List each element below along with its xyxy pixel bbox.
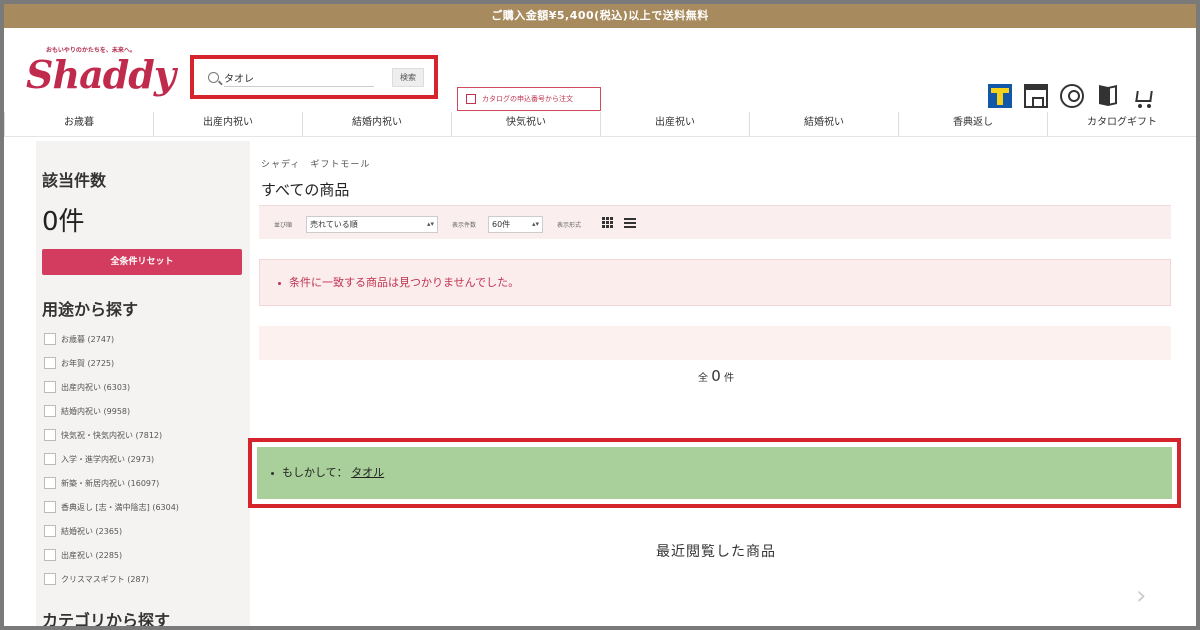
purpose-filter-item[interactable]: クリスマスギフト (287)	[44, 567, 179, 591]
recently-viewed-title: 最近閲覧した商品	[656, 544, 776, 560]
category-section-title: カテゴリから探す	[42, 611, 171, 626]
sort-order-select[interactable]: 売れている順 ▴▾	[306, 216, 438, 233]
per-page-label: 表示件数	[452, 222, 477, 229]
nav-item-kaiki-iwai[interactable]: 快気祝い	[451, 112, 600, 136]
pagination-band	[259, 326, 1171, 360]
nav-item-catalog-gift[interactable]: カタログギフト	[1047, 112, 1196, 136]
nav-item-shussan-iwai[interactable]: 出産祝い	[600, 112, 749, 136]
no-results-notice: 条件に一致する商品は見つかりませんでした。	[259, 259, 1171, 306]
sort-toolbar: 並び順 売れている順 ▴▾ 表示件数 60件 ▴▾ 表示形式	[259, 205, 1171, 239]
site-header: おもいやりのかたちを、未来へ。 Shaddy 検索 カタログの申込番号から注文	[4, 28, 1196, 112]
checkbox[interactable]	[44, 333, 56, 345]
checkbox[interactable]	[44, 429, 56, 441]
select-arrow-icon: ▴▾	[426, 220, 434, 228]
suggestion-highlight: もしかして： タオル	[248, 438, 1181, 508]
grid-view-icon[interactable]	[602, 217, 614, 229]
list-view-icon[interactable]	[624, 217, 636, 229]
chevron-right-icon[interactable]: ›	[1136, 581, 1146, 611]
cart-icon[interactable]	[1132, 84, 1156, 108]
search-input[interactable]	[224, 68, 374, 87]
purpose-section-title: 用途から探す	[42, 300, 139, 319]
checkbox[interactable]	[44, 549, 56, 561]
nav-item-kekkon-iwai[interactable]: 結婚祝い	[749, 112, 898, 136]
checkbox[interactable]	[44, 501, 56, 513]
catalog-book-icon	[466, 94, 476, 104]
search-button[interactable]: 検索	[392, 68, 424, 87]
reset-filters-button[interactable]: 全条件リセット	[42, 249, 242, 275]
checkbox[interactable]	[44, 357, 56, 369]
bullet	[278, 281, 281, 285]
search-box-highlight: 検索	[190, 55, 438, 99]
purpose-filter-item[interactable]: 香典返し [志・満中陰志] (6304)	[44, 495, 179, 519]
purpose-filter-item[interactable]: 出産内祝い (6303)	[44, 375, 179, 399]
search-icon	[208, 72, 219, 83]
did-you-mean-box: もしかして： タオル	[257, 447, 1172, 499]
t-point-icon[interactable]	[988, 84, 1012, 108]
purpose-filter-list: お歳暮 (2747) お年賀 (2725) 出産内祝い (6303) 結婚内祝い…	[44, 327, 179, 591]
purpose-filter-item[interactable]: 快気祝・快気内祝い (7812)	[44, 423, 179, 447]
site-logo[interactable]: Shaddy	[26, 52, 176, 97]
checkbox[interactable]	[44, 573, 56, 585]
bullet	[271, 471, 274, 475]
nav-item-oseibo[interactable]: お歳暮	[4, 112, 153, 136]
nav-item-shussan-uchiiwai[interactable]: 出産内祝い	[153, 112, 302, 136]
checkbox[interactable]	[44, 453, 56, 465]
checkbox[interactable]	[44, 381, 56, 393]
per-page-select[interactable]: 60件 ▴▾	[488, 216, 543, 233]
result-count-title: 該当件数	[42, 171, 107, 190]
book-icon[interactable]	[1096, 84, 1120, 108]
browser-frame: ご購入金額¥5,400(税込)以上で送料無料 おもいやりのかたちを、未来へ。 S…	[4, 4, 1196, 626]
checkbox[interactable]	[44, 477, 56, 489]
purpose-filter-item[interactable]: お年賀 (2725)	[44, 351, 179, 375]
sort-order-label: 並び順	[274, 222, 293, 229]
purpose-filter-item[interactable]: 入学・進学内祝い (2973)	[44, 447, 179, 471]
purpose-filter-item[interactable]: 出産祝い (2285)	[44, 543, 179, 567]
result-count: 0件	[42, 207, 85, 237]
suggestion-link[interactable]: タオル	[351, 466, 384, 479]
checkbox[interactable]	[44, 525, 56, 537]
account-icon[interactable]	[1060, 84, 1084, 108]
purpose-filter-item[interactable]: 結婚祝い (2365)	[44, 519, 179, 543]
purpose-filter-item[interactable]: 新築・新居内祝い (16097)	[44, 471, 179, 495]
page-title: すべての商品	[261, 181, 350, 199]
catalog-order-button[interactable]: カタログの申込番号から注文	[457, 87, 601, 111]
checkbox[interactable]	[44, 405, 56, 417]
purpose-filter-item[interactable]: お歳暮 (2747)	[44, 327, 179, 351]
total-count: 全 0 件	[698, 367, 734, 385]
free-shipping-banner: ご購入金額¥5,400(税込)以上で送料無料	[4, 4, 1196, 28]
breadcrumb[interactable]: シャディ ギフトモール	[261, 157, 370, 170]
filter-sidebar: 該当件数 0件 全条件リセット 用途から探す お歳暮 (2747) お年賀 (2…	[36, 141, 250, 626]
view-mode-label: 表示形式	[557, 222, 582, 229]
nav-item-kouden-gaeshi[interactable]: 香典返し	[898, 112, 1047, 136]
global-nav: お歳暮 出産内祝い 結婚内祝い 快気祝い 出産祝い 結婚祝い 香典返し カタログ…	[4, 112, 1196, 137]
catalog-order-label: カタログの申込番号から注文	[482, 95, 573, 103]
purpose-filter-item[interactable]: 結婚内祝い (9958)	[44, 399, 179, 423]
header-icons	[988, 84, 1156, 108]
store-icon[interactable]	[1024, 84, 1048, 108]
select-arrow-icon: ▴▾	[531, 220, 539, 228]
nav-item-kekkon-uchiiwai[interactable]: 結婚内祝い	[302, 112, 451, 136]
